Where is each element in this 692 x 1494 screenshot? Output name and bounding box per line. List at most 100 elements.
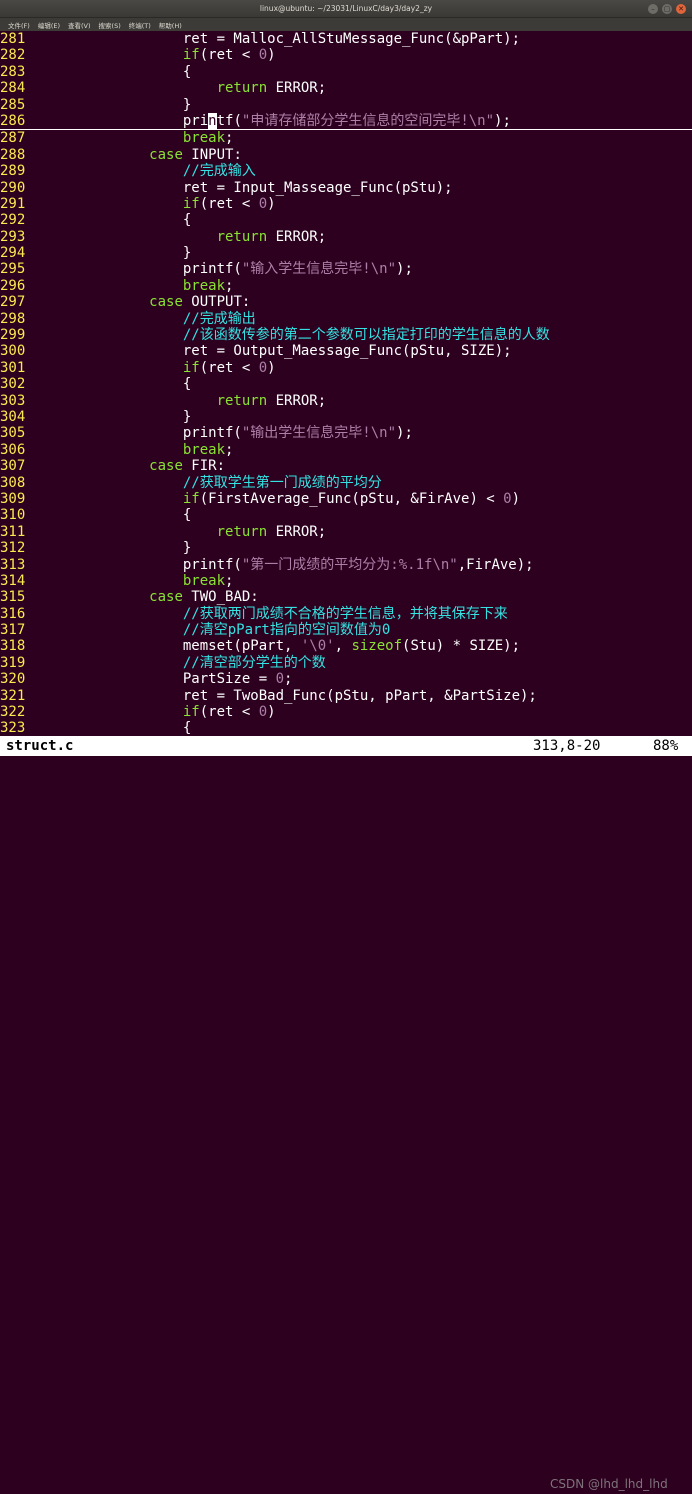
code-line[interactable]: 287 break;	[0, 130, 692, 146]
code-line[interactable]: 301 if(ret < 0)	[0, 360, 692, 376]
close-button[interactable]: ✕	[676, 4, 686, 14]
code-line[interactable]: 293 return ERROR;	[0, 229, 692, 245]
keyword: return	[216, 523, 268, 540]
watermark: CSDN @lhd_lhd_lhd	[550, 1477, 668, 1491]
comment: //该函数传参的第二个参数可以指定打印的学生信息的人数	[182, 327, 550, 344]
menu-view[interactable]: 查看(V)	[68, 20, 91, 30]
window-controls: – ▢ ✕	[648, 4, 686, 14]
line-number: 296	[0, 277, 26, 294]
code-line[interactable]: 283 {	[0, 64, 692, 80]
code-line[interactable]: 281 ret = Malloc_AllStuMessage_Func(&pPa…	[0, 31, 692, 47]
code-line[interactable]: 285 }	[0, 97, 692, 113]
code-line[interactable]: 284 return ERROR;	[0, 80, 692, 96]
code-line[interactable]: 307 case FIR:	[0, 458, 692, 474]
code-line[interactable]: 304 }	[0, 409, 692, 425]
code-line-current[interactable]: 286 printf("申请存储部分学生信息的空间完毕!\n");	[0, 112, 692, 131]
window-title: linux@ubuntu: ~/23031/LinuxC/day3/day2_z…	[259, 4, 433, 13]
code-text: (ret <	[199, 359, 259, 376]
code-line[interactable]: 289 //完成输入	[0, 163, 692, 179]
code-text: ,	[334, 638, 352, 655]
code-line[interactable]: 303 return ERROR;	[0, 393, 692, 409]
code-line[interactable]: 294 }	[0, 245, 692, 261]
code-text: {	[48, 212, 192, 229]
code-line[interactable]: 292 {	[0, 212, 692, 228]
menu-search[interactable]: 搜索(S)	[99, 20, 121, 30]
menu-file[interactable]: 文件(F)	[8, 20, 30, 30]
code-text: ,FirAve);	[457, 556, 534, 573]
line-number: 305	[0, 425, 26, 442]
code-line[interactable]: 296 break;	[0, 278, 692, 294]
line-number: 281	[0, 31, 26, 47]
line-number: 292	[0, 212, 26, 229]
code-line[interactable]: 315 case TWO_BAD:	[0, 589, 692, 605]
keyword: if	[182, 47, 200, 64]
code-line[interactable]: 306 break;	[0, 442, 692, 458]
keyword: case	[149, 294, 183, 311]
code-line[interactable]: 319 //清空部分学生的个数	[0, 655, 692, 671]
keyword: break	[182, 441, 226, 458]
line-number: 286	[0, 112, 26, 129]
code-line[interactable]: 321 ret = TwoBad_Func(pStu, pPart, &Part…	[0, 688, 692, 704]
code-line[interactable]: 295 printf("输入学生信息完毕!\n");	[0, 261, 692, 277]
line-number: 318	[0, 638, 26, 655]
code-line[interactable]: 305 printf("输出学生信息完毕!\n");	[0, 425, 692, 441]
code-line[interactable]: 291 if(ret < 0)	[0, 196, 692, 212]
code-line[interactable]: 297 case OUTPUT:	[0, 294, 692, 310]
code-text: ret = Malloc_AllStuMessage_Func(&pPart);	[48, 31, 521, 47]
code-text: ;	[225, 277, 234, 294]
code-line[interactable]: 314 break;	[0, 573, 692, 589]
code-line[interactable]: 323 {	[0, 720, 692, 736]
code-line[interactable]: 316 //获取两门成绩不合格的学生信息，并将其保存下来	[0, 606, 692, 622]
keyword: if	[182, 704, 200, 721]
maximize-button[interactable]: ▢	[662, 4, 672, 14]
code-line[interactable]: 282 if(ret < 0)	[0, 47, 692, 63]
code-line[interactable]: 290 ret = Input_Masseage_Func(pStu);	[0, 180, 692, 196]
menu-edit[interactable]: 编辑(E)	[38, 20, 60, 30]
code-line[interactable]: 302 {	[0, 376, 692, 392]
code-editor[interactable]: 281 ret = Malloc_AllStuMessage_Func(&pPa…	[0, 31, 692, 736]
code-line[interactable]: 308 //获取学生第一门成绩的平均分	[0, 475, 692, 491]
code-line[interactable]: 300 ret = Output_Maessage_Func(pStu, SIZ…	[0, 343, 692, 359]
code-line[interactable]: 322 if(ret < 0)	[0, 704, 692, 720]
keyword: break	[182, 277, 226, 294]
line-number: 293	[0, 228, 26, 245]
code-text: (ret <	[199, 704, 259, 721]
keyword: sizeof	[351, 638, 403, 655]
line-number: 323	[0, 720, 26, 736]
line-number: 287	[0, 130, 26, 147]
code-text: }	[48, 540, 192, 557]
code-line[interactable]: 311 return ERROR;	[0, 524, 692, 540]
code-line[interactable]: 299 //该函数传参的第二个参数可以指定打印的学生信息的人数	[0, 327, 692, 343]
code-line[interactable]: 317 //清空pPart指向的空间数值为0	[0, 622, 692, 638]
code-text: ;	[225, 572, 234, 589]
code-line[interactable]: 309 if(FirstAverage_Func(pStu, &FirAve) …	[0, 491, 692, 507]
code-text: printf(	[48, 425, 242, 442]
menu-terminal[interactable]: 终端(T)	[129, 20, 151, 30]
code-line[interactable]: 312 }	[0, 540, 692, 556]
code-text: );	[494, 112, 511, 129]
code-line[interactable]: 298 //完成输出	[0, 311, 692, 327]
menu-help[interactable]: 帮助(H)	[159, 20, 182, 30]
minimize-button[interactable]: –	[648, 4, 658, 14]
line-number: 297	[0, 294, 26, 311]
keyword: return	[216, 228, 268, 245]
code-line[interactable]: 310 {	[0, 507, 692, 523]
code-text: ERROR;	[267, 80, 327, 97]
code-line[interactable]: 318 memset(pPart, '\0', sizeof(Stu) * SI…	[0, 638, 692, 654]
line-number: 321	[0, 687, 26, 704]
code-line[interactable]: 313 printf("第一门成绩的平均分为:%.1f\n",FirAve);	[0, 557, 692, 573]
vim-command-line[interactable]	[0, 756, 692, 769]
comment: //清空部分学生的个数	[182, 654, 326, 671]
code-line[interactable]: 288 case INPUT:	[0, 147, 692, 163]
line-number: 309	[0, 490, 26, 507]
comment: //获取学生第一门成绩的平均分	[182, 474, 382, 491]
code-line[interactable]: 320 PartSize = 0;	[0, 671, 692, 687]
